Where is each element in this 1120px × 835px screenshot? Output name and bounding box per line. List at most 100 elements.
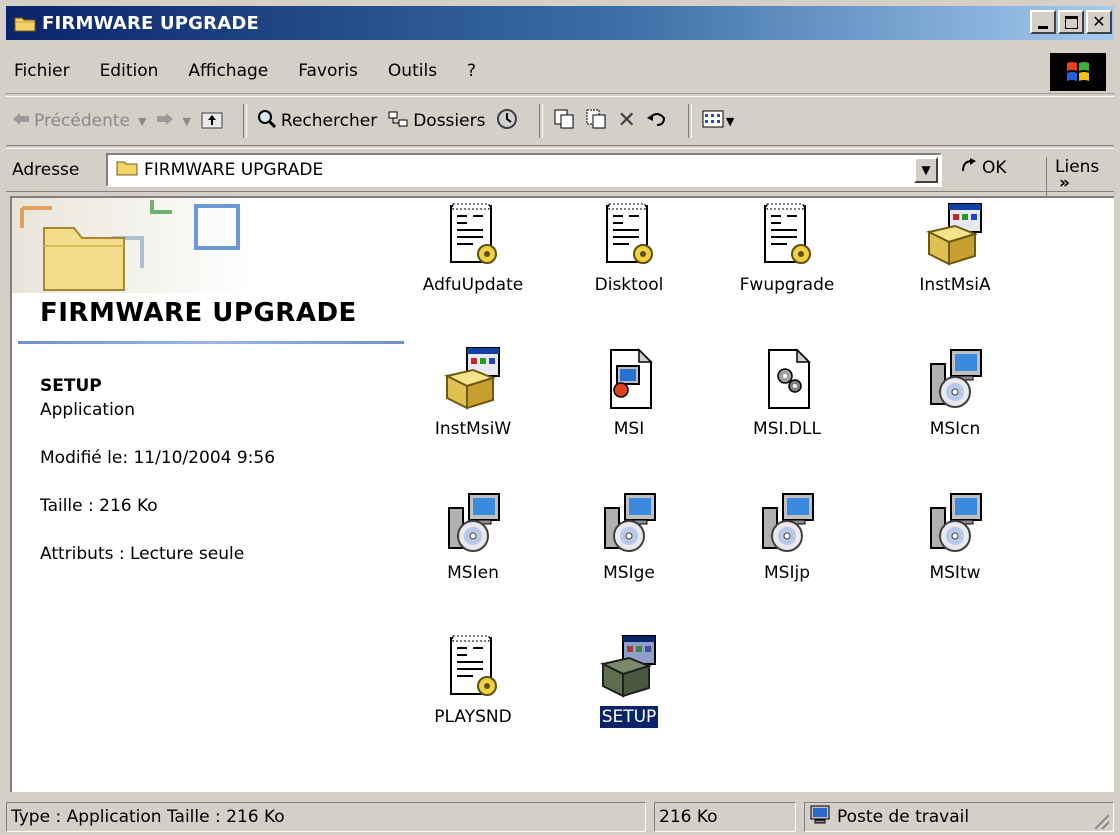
folder-content-pane[interactable]: FIRMWARE UPGRADE SETUP Application Modif… [10,196,1114,792]
history-icon [495,108,519,135]
computer-cd-setup-icon [757,490,817,556]
selected-file-type: Application [40,400,135,420]
details-side-panel: FIRMWARE UPGRADE SETUP Application Modif… [12,198,407,792]
close-icon: ✕ [1092,12,1106,31]
menu-help[interactable]: ? [467,61,476,81]
file-label: MSIge [603,563,655,583]
up-folder-button[interactable] [201,109,223,134]
selected-file-modified: Modifié le: 11/10/2004 9:56 [40,448,276,468]
back-label: Précédente [34,111,130,131]
menu-favoris[interactable]: Favoris [298,61,358,81]
file-item-setup[interactable]: SETUP [554,634,704,729]
undo-button[interactable] [646,110,668,133]
file-label: MSIcn [929,419,981,439]
computer-icon [809,805,831,830]
status-zone-text: Poste de travail [837,807,970,827]
batch-file-icon [757,202,817,268]
file-item-disktool[interactable]: Disktool [554,202,704,296]
maximize-button[interactable] [1058,10,1084,34]
status-zone: Poste de travail [804,802,1114,832]
window-title: FIRMWARE UPGRADE [42,12,259,34]
batch-file-icon [599,202,659,268]
file-label: InstMsiA [919,275,991,295]
toolbar-separator [687,104,692,138]
menu-outils[interactable]: Outils [388,61,437,81]
file-label: InstMsiW [434,419,512,439]
folder-banner-icon [12,198,252,293]
chevron-right-icon: » [1059,173,1070,193]
file-item-msien[interactable]: MSIen [398,490,548,584]
file-item-msijp[interactable]: MSIjp [712,490,862,584]
history-button[interactable] [495,108,519,135]
folder-icon [14,15,36,32]
status-bar: Type : Application Taille : 216 Ko 216 K… [6,800,1114,834]
close-button[interactable]: ✕ [1086,10,1112,34]
delete-button[interactable]: ✕ [617,110,635,132]
menu-affichage[interactable]: Affichage [188,61,268,81]
computer-cd-setup-icon [925,490,985,556]
address-dropdown-button[interactable]: ▼ [914,157,938,183]
dll-file-icon [757,346,817,412]
file-label: Fwupgrade [739,275,835,295]
file-item-instmsiw[interactable]: InstMsiW [398,346,548,440]
search-label: Rechercher [280,111,378,131]
computer-cd-setup-icon [443,490,503,556]
go-button[interactable]: OK [960,157,1007,178]
up-folder-icon [201,109,223,134]
move-to-button[interactable] [553,108,575,135]
menu-fichier[interactable]: Fichier [14,61,70,81]
links-button[interactable]: Liens » [1046,157,1114,197]
address-bar: Adresse FIRMWARE UPGRADE ▼ OK Liens » [6,148,1114,197]
selected-file-attributes: Attributs : Lecture seule [40,544,245,564]
minimize-button[interactable] [1030,10,1056,34]
standard-toolbar: Précédente ▼ ▼ Rechercher Dossiers ✕ ▼ [6,96,1114,146]
resize-grip-icon[interactable] [1095,815,1109,829]
file-label: PLAYSND [434,707,512,727]
file-item-msi[interactable]: MSI [554,346,704,440]
file-label: SETUP [598,705,660,729]
chevron-down-icon: ▼ [725,114,735,128]
file-label: AdfuUpdate [422,275,524,295]
chevron-down-icon: ▼ [921,163,931,177]
file-item-instmsia[interactable]: InstMsiA [880,202,1030,296]
menu-edition[interactable]: Edition [100,61,159,81]
computer-cd-setup-icon [599,490,659,556]
file-item-fwupgrade[interactable]: Fwupgrade [712,202,862,296]
msi-package-icon [599,346,659,412]
title-bar[interactable]: FIRMWARE UPGRADE ✕ [6,6,1114,40]
file-label: MSI [613,419,645,439]
file-item-adfuupdate[interactable]: AdfuUpdate [398,202,548,296]
forward-arrow-icon [156,111,174,131]
chevron-down-icon: ▼ [137,114,147,128]
maximize-icon [1064,15,1078,29]
selected-file-size: Taille : 216 Ko [40,496,158,516]
file-label: MSI.DLL [753,419,821,439]
selected-file-name: SETUP [40,376,102,396]
search-button[interactable]: Rechercher [257,109,377,134]
file-item-msi-dll[interactable]: MSI.DLL [712,346,862,440]
status-info: Type : Application Taille : 216 Ko [6,802,646,832]
copy-to-icon [585,108,607,135]
back-button[interactable]: Précédente ▼ [12,111,146,131]
delete-icon: ✕ [617,108,636,133]
folders-button[interactable]: Dossiers [387,109,485,134]
file-label: MSItw [929,563,981,583]
undo-icon [646,110,668,133]
window-controls: ✕ [1028,10,1112,34]
go-arrow-icon [960,157,978,178]
file-item-msige[interactable]: MSIge [554,490,704,584]
batch-file-icon [443,202,503,268]
search-icon [257,109,277,134]
address-value: FIRMWARE UPGRADE [144,160,324,180]
address-input[interactable]: FIRMWARE UPGRADE ▼ [106,153,942,187]
views-button[interactable]: ▼ [702,109,734,134]
toolbar-separator [242,104,247,138]
file-item-playsnd[interactable]: PLAYSND [398,634,548,728]
explorer-window: FIRMWARE UPGRADE ✕ Fichier Edition Affic… [0,0,1120,835]
copy-to-button[interactable] [585,108,607,135]
file-item-msicn[interactable]: MSIcn [880,346,1030,440]
windows-logo-icon [1050,53,1106,91]
folders-label: Dossiers [413,111,486,131]
forward-button[interactable]: ▼ [156,111,191,131]
file-item-msitw[interactable]: MSItw [880,490,1030,584]
